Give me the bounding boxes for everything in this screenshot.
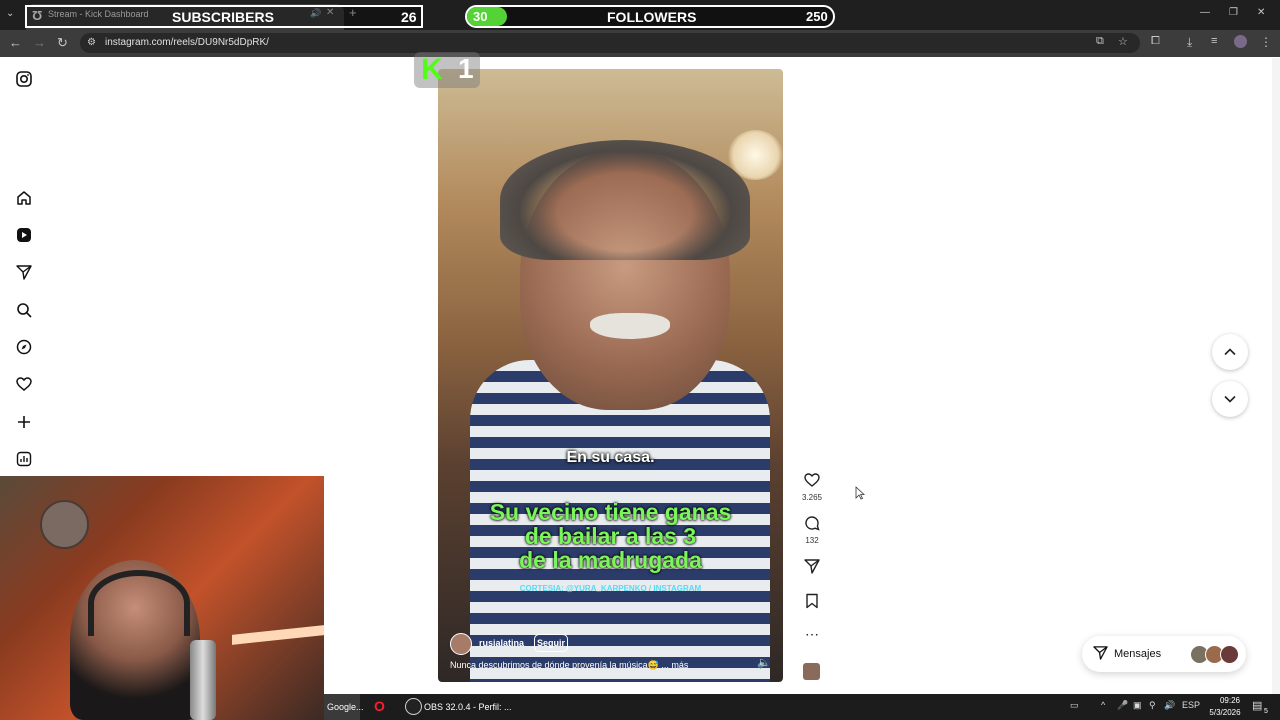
author-avatar[interactable] (450, 633, 472, 655)
minimize-button[interactable]: — (1200, 7, 1210, 18)
notifications-icon[interactable] (13, 376, 35, 398)
forward-icon[interactable]: → (33, 35, 46, 50)
kick-badge-number: 1 (458, 53, 474, 84)
tray-overflow-icon[interactable]: ^ (1101, 700, 1105, 710)
install-app-icon[interactable]: ⧉ (1096, 35, 1104, 48)
back-icon[interactable]: ← (9, 35, 22, 50)
reload-icon[interactable]: ↻ (57, 35, 68, 51)
post-caption[interactable]: Nunca descubrimos de dónde provenía la m… (450, 660, 688, 671)
thermos (190, 640, 216, 720)
volume-tray-icon[interactable]: 🔊 (1164, 700, 1175, 711)
reels-icon[interactable] (13, 227, 35, 249)
create-icon[interactable] (13, 414, 35, 436)
caption-line-1: Su vecino tiene ganas (489, 499, 732, 525)
downloads-icon[interactable]: ⤓ (1187, 35, 1192, 50)
messages-icon[interactable] (13, 264, 35, 286)
keyboard-icon[interactable]: ▭ (1070, 700, 1079, 711)
home-icon[interactable] (13, 190, 35, 212)
kick-logo-icon: K (421, 53, 443, 86)
site-info-icon[interactable]: ⚙ (87, 37, 96, 48)
network-icon[interactable]: ⚲ (1149, 700, 1156, 711)
followers-label: FOLLOWERS (607, 9, 697, 25)
man-hair (500, 140, 750, 260)
tab-list-icon[interactable]: ⌄ (6, 8, 14, 19)
url-text[interactable]: instagram.com/reels/DU9Nr5dDpRK/ (105, 37, 269, 48)
clock-date[interactable]: 5/3/2026 (1205, 708, 1245, 717)
clock-time[interactable]: 09:26 (1210, 696, 1250, 705)
taskbar-obs-label[interactable]: OBS 32.0.4 - Perfil: ... (424, 702, 512, 712)
share-icon[interactable] (802, 558, 822, 579)
notification-center-icon[interactable]: ▤ (1252, 699, 1262, 712)
extensions-icon[interactable]: ⧠ (1151, 35, 1160, 48)
message-avatar (1220, 645, 1239, 664)
browser-menu-icon[interactable]: ⋮ (1260, 35, 1272, 49)
page-scrollbar[interactable] (1272, 58, 1280, 694)
previous-reel-button[interactable] (1212, 334, 1248, 370)
messages-label: Mensajes (1114, 648, 1162, 660)
mouse-cursor-icon (855, 486, 866, 503)
caption-line-2: de bailar a las 3 (524, 523, 697, 549)
video-credit: CORTESIA: @YURA_KARPENKO / INSTAGRAM (519, 584, 702, 593)
like-count: 3.265 (801, 493, 823, 502)
video-caption-big: Su vecino tiene ganas de bailar a las 3 … (440, 500, 781, 572)
search-icon[interactable] (13, 302, 35, 324)
maximize-button[interactable]: ❐ (1229, 7, 1238, 18)
opera-icon[interactable]: O (374, 698, 385, 714)
instagram-logo-icon[interactable] (13, 71, 35, 93)
media-controls-icon[interactable]: ≡ (1211, 35, 1217, 47)
video-caption-small: En su casa. (566, 449, 655, 466)
author-name[interactable]: rusialatina (479, 638, 524, 648)
close-window-button[interactable]: ✕ (1257, 7, 1265, 18)
messages-pill-icon (1093, 645, 1108, 663)
profile-avatar[interactable] (1234, 35, 1247, 48)
mustache (590, 313, 670, 339)
comment-icon[interactable] (802, 515, 822, 536)
followers-progress-value: 30 (473, 9, 488, 24)
caption-line-3: de la madrugada (519, 547, 702, 573)
subscribers-label: SUBSCRIBERS (172, 9, 274, 25)
obs-icon[interactable] (405, 698, 422, 715)
microphone-icon[interactable]: 🎤 (1117, 700, 1128, 711)
followers-goal-value: 250 (806, 9, 828, 24)
comment-count: 132 (805, 536, 819, 545)
headphones (88, 570, 190, 636)
subscribers-count: 26 (401, 9, 417, 25)
audio-thumbnail[interactable] (803, 663, 820, 680)
volume-icon[interactable]: 🔈 (757, 656, 771, 669)
notification-count: 5 (1264, 708, 1268, 715)
language-indicator[interactable]: ESP (1182, 700, 1200, 710)
taskbar-chrome-label: Google... (327, 702, 364, 712)
bookmark-star-icon[interactable]: ☆ (1118, 35, 1128, 48)
display-icon[interactable]: ▣ (1133, 700, 1142, 711)
next-reel-button[interactable] (1212, 381, 1248, 417)
dashboard-icon[interactable] (13, 451, 35, 473)
more-options-icon[interactable]: ⋯ (802, 626, 822, 643)
save-icon[interactable] (802, 593, 822, 614)
explore-icon[interactable] (13, 339, 35, 361)
wall-clock (40, 500, 89, 549)
like-icon[interactable] (802, 472, 822, 493)
follow-button[interactable]: Seguir (534, 634, 568, 652)
